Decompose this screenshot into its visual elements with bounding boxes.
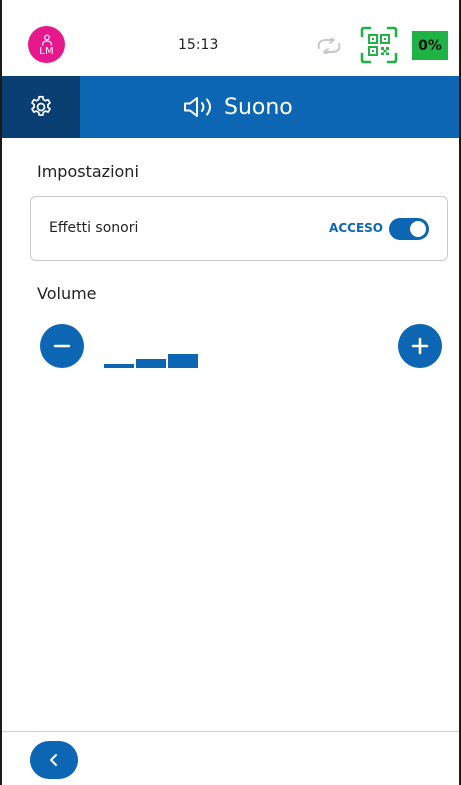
settings-section-title: Impostazioni [37, 162, 139, 181]
minus-icon [53, 344, 71, 348]
sound-effects-row: Effetti sonori ACCESO [30, 196, 448, 261]
user-avatar[interactable]: LM [28, 26, 65, 63]
qr-code-icon [360, 26, 398, 64]
footer-divider [2, 731, 459, 732]
status-bar: LM 15:13 0% [2, 0, 459, 76]
sound-effects-label: Effetti sonori [49, 220, 139, 236]
page-title: Suono [224, 94, 293, 120]
header-bar: Suono [2, 76, 459, 138]
chevron-left-icon [50, 754, 57, 766]
battery-badge: 0% [412, 31, 448, 60]
app-screen: LM 15:13 0% Suono Impostazioni Effetti s… [0, 0, 461, 785]
user-icon [41, 34, 52, 46]
speaker-icon [184, 97, 211, 117]
toggle-state-label: ACCESO [329, 221, 383, 235]
volume-section-title: Volume [37, 284, 97, 303]
volume-bar [104, 364, 134, 368]
clock: 15:13 [178, 37, 219, 53]
plus-icon [411, 337, 429, 355]
volume-bar [168, 354, 198, 368]
settings-gear-icon [31, 95, 51, 116]
avatar-initials: LM [39, 45, 54, 57]
back-button[interactable] [30, 741, 78, 779]
volume-level-indicator [104, 340, 204, 370]
volume-increase-button[interactable] [398, 324, 442, 368]
header-title-group: Suono [182, 76, 293, 138]
toggle-knob [410, 221, 426, 237]
volume-bar [136, 359, 166, 368]
settings-button[interactable] [2, 76, 80, 138]
qr-code-button[interactable] [360, 26, 398, 64]
volume-decrease-button[interactable] [40, 324, 84, 368]
sound-effects-toggle[interactable] [389, 218, 429, 240]
sync-icon [313, 36, 345, 58]
